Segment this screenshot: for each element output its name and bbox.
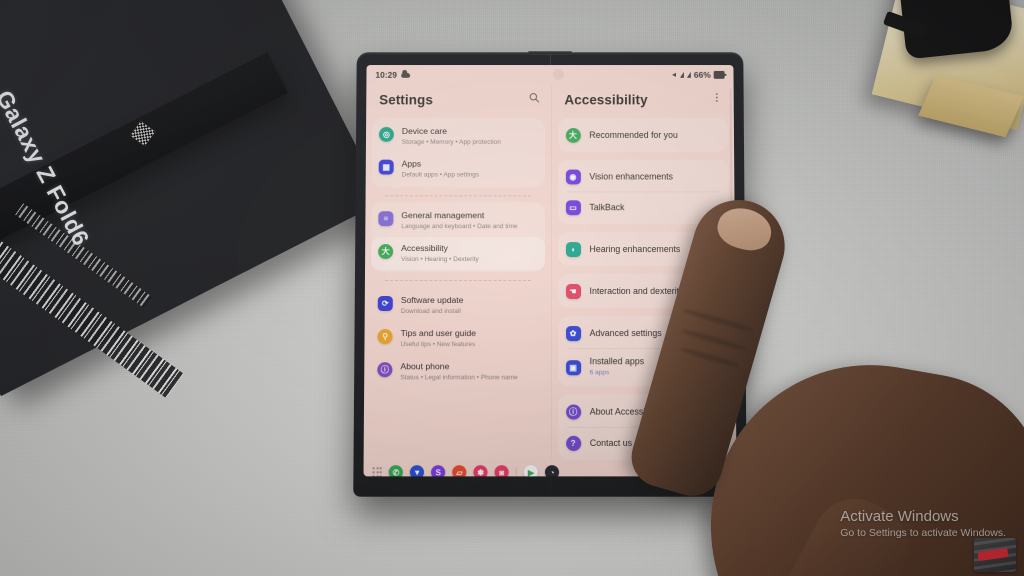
front-camera-hole-icon — [552, 68, 564, 80]
general-management-icon: ≡ — [378, 211, 394, 227]
sidebar-item-accessibility[interactable]: 大 Accessibility Vision • Hearing • Dexteri… — [371, 237, 545, 271]
sidebar-item-software-update[interactable]: ⟳ Software update Download and install — [371, 289, 545, 322]
sidebar-item-subtitle: Vision • Hearing • Dexterity — [401, 256, 479, 264]
sidebar-item-apps[interactable]: ▦ Apps Default apps • App settings — [372, 153, 545, 186]
status-bar: 10:29 66% — [366, 65, 733, 85]
sidebar-item-subtitle: Download and install — [400, 308, 461, 316]
about-phone-icon: ⓘ — [377, 362, 393, 378]
messages-app-icon[interactable]: ▼ — [410, 465, 425, 477]
speed-app-icon[interactable]: ◔ — [545, 465, 560, 477]
signal-bars-icon — [679, 71, 684, 78]
settings-group-divider — [385, 195, 531, 197]
notes-app-icon[interactable]: ▱ — [452, 465, 467, 477]
dock-separator — [515, 466, 517, 477]
sidebar-item-subtitle: Default apps • App settings — [401, 171, 480, 179]
interaction-dexterity-icon: ☚ — [565, 283, 581, 299]
sidebar-item-label: Accessibility — [401, 243, 448, 254]
contact-us-icon: ? — [565, 435, 581, 452]
signal-bars-icon-2 — [686, 71, 691, 78]
sidebar-item-label: Tips and user guide — [400, 328, 477, 339]
accessibility-icon: 大 — [378, 244, 394, 260]
accessibility-item-label: Recommended for you — [589, 129, 678, 140]
battery-percent-label: 66% — [693, 69, 711, 80]
play-store-app-icon[interactable]: ▶ — [523, 465, 539, 477]
accessibility-item-label: TalkBack — [589, 201, 625, 212]
vision-enhancements-icon: ◉ — [565, 169, 581, 185]
internet-app-icon[interactable]: S — [431, 465, 446, 477]
apps-icon: ▦ — [378, 159, 394, 175]
settings-pane: Settings ◎ Device care Storage • Memory • … — [364, 85, 551, 458]
camera-app-icon[interactable]: ◙ — [494, 465, 509, 477]
search-icon[interactable] — [528, 91, 540, 109]
sidebar-item-device-care[interactable]: ◎ Device care Storage • Memory • App prote… — [372, 120, 545, 153]
settings-header: Settings — [366, 85, 550, 118]
about-accessibility-icon: ⓘ — [565, 404, 581, 420]
talkback-icon: ▭ — [565, 200, 581, 216]
battery-icon — [713, 71, 725, 79]
settings-list[interactable]: ◎ Device care Storage • Memory • App prote… — [364, 118, 550, 390]
sidebar-item-about-phone[interactable]: ⓘ About phone Status • Legal information •… — [370, 355, 544, 388]
accessibility-header: Accessibility — [551, 85, 733, 118]
page-title: Settings — [379, 92, 433, 107]
keyboard-logo-icon — [974, 538, 1016, 572]
installed-apps-icon: ▣ — [565, 359, 581, 375]
settings-group-0: ◎ Device care Storage • Memory • App prote… — [371, 118, 545, 188]
device-care-icon: ◎ — [378, 127, 394, 142]
knuckle-crease-3 — [679, 345, 741, 369]
status-bar-right: 66% — [669, 70, 725, 80]
sidebar-item-subtitle: Language and keyboard • Date and time — [401, 223, 518, 231]
settings-group-2: ⟳ Software update Download and install ⚲ Tip… — [370, 287, 544, 390]
accessibility-item-recommended-for-you[interactable]: 大 Recommended for you — [557, 120, 728, 150]
more-options-icon[interactable] — [711, 91, 723, 109]
settings-group-divider — [384, 279, 531, 281]
cloud-icon — [400, 72, 410, 78]
knuckle-crease-2 — [680, 327, 748, 353]
advanced-settings-icon: ✿ — [565, 326, 581, 342]
accessibility-item-subtitle: 6 apps — [589, 369, 610, 377]
sidebar-item-label: Software update — [400, 294, 464, 305]
sidebar-item-subtitle: Storage • Memory • App protection — [401, 138, 501, 146]
watermark-title: Activate Windows — [840, 508, 959, 525]
accessibility-title: Accessibility — [564, 92, 648, 107]
sidebar-item-subtitle: Status • Legal information • Phone name — [400, 374, 518, 382]
gallery-app-icon[interactable]: ✽ — [473, 465, 488, 477]
settings-group-1: ≡ General management Language and keyboard… — [371, 202, 545, 273]
windows-activation-watermark: Activate Windows Go to Settings to activ… — [840, 507, 1006, 540]
accessibility-item-label: Installed apps — [589, 356, 645, 367]
qr-code-icon — [130, 121, 156, 147]
fingernail — [713, 202, 777, 256]
status-bar-left: 10:29 — [375, 70, 410, 80]
tips-icon: ⚲ — [377, 329, 393, 345]
sidebar-item-subtitle: Useful tips • New features — [400, 341, 476, 349]
accessibility-group-0: 大 Recommended for you — [557, 118, 729, 152]
software-update-icon: ⟳ — [377, 295, 393, 312]
accessibility-item-vision-enhancements[interactable]: ◉ Vision enhancements — [557, 162, 728, 192]
knuckle-crease — [682, 307, 755, 334]
accessibility-item-label: Vision enhancements — [589, 171, 673, 181]
sidebar-item-tips-and-user-guide[interactable]: ⚲ Tips and user guide Useful tips • New fe… — [370, 322, 544, 355]
status-time: 10:29 — [375, 69, 398, 80]
mute-icon — [669, 71, 677, 78]
sidebar-item-label: General management — [401, 210, 485, 221]
sidebar-item-general-management[interactable]: ≡ General management Language and keyboard… — [371, 204, 544, 237]
hearing-enhancements-icon: ◖ — [565, 242, 581, 258]
phone-app-icon[interactable]: ✆ — [388, 465, 404, 477]
recommended-icon: 大 — [565, 128, 581, 143]
app-drawer-icon[interactable] — [372, 467, 382, 477]
sidebar-item-label: Device care — [401, 126, 447, 136]
scene-photo: Galaxy Z Fold6 10:29 66% Settings ◎ Devi… — [0, 0, 1024, 576]
accessibility-item-label: Contact us — [589, 437, 633, 448]
sidebar-item-label: About phone — [400, 361, 450, 372]
sidebar-item-label: Apps — [401, 158, 422, 169]
